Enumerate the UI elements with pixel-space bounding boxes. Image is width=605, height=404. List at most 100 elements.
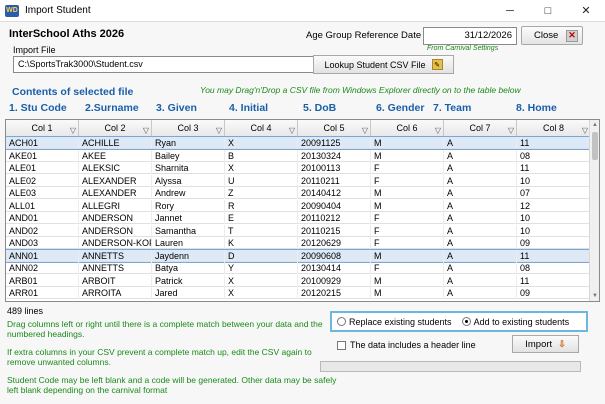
table-cell: M	[371, 249, 444, 262]
table-cell: A	[444, 174, 517, 187]
vertical-scrollbar[interactable]: ▲ ▼	[589, 120, 599, 301]
column-header-label: Col 1	[31, 123, 53, 133]
table-cell: X	[225, 274, 298, 287]
table-row[interactable]: ALE03 ALEXANDER Andrew Z 20140412 M A 07	[6, 187, 591, 199]
lookup-csv-button[interactable]: Lookup Student CSV File ✎	[313, 55, 454, 74]
grid-column-header[interactable]: Col 8 ▽	[517, 120, 591, 137]
table-cell: A	[444, 287, 517, 299]
maximize-icon[interactable]: □	[529, 0, 567, 21]
table-row[interactable]: AND03 ANDERSON-KOF Lauren K 20120629 F A 09	[6, 237, 591, 249]
table-cell: Alyssa	[152, 174, 225, 187]
table-cell: 08	[517, 149, 591, 162]
close-button[interactable]: Close ✕	[521, 26, 583, 45]
header-line-checkbox[interactable]: The data includes a header line	[337, 340, 476, 350]
close-x-icon: ✕	[566, 29, 578, 42]
table-cell: M	[371, 149, 444, 162]
table-cell: Sharnita	[152, 162, 225, 174]
grid-column-header[interactable]: Col 4 ▽	[225, 120, 298, 137]
table-cell: ALE01	[6, 162, 79, 174]
checkbox-box	[337, 340, 346, 350]
table-row[interactable]: ALE01 ALEKSIC Sharnita X 20100113 F A 11	[6, 162, 591, 174]
table-row[interactable]: ARB01 ARBOIT Patrick X 20100929 M A 11	[6, 274, 591, 287]
table-cell: 20110211	[298, 174, 371, 187]
table-cell: A	[444, 137, 517, 149]
table-row[interactable]: ANN01 ANNETTS Jaydenn D 20090608 M A 11	[6, 248, 592, 263]
table-cell: 12	[517, 199, 591, 212]
grid-header: Col 1 ▽ Col 2 ▽ Col 3 ▽ Col 4 ▽ Col 5 ▽ Col 6 ▽ Col …	[6, 120, 591, 137]
grid-column-header[interactable]: Col 1 ▽	[6, 120, 79, 137]
table-cell: ALLEGRI	[79, 199, 152, 212]
table-cell: Z	[225, 187, 298, 199]
grid-column-header[interactable]: Col 2 ▽	[79, 120, 152, 137]
table-cell: 20090404	[298, 199, 371, 212]
table-row[interactable]: ACH01 ACHILLE Ryan X 20091125 M A 11	[6, 136, 592, 150]
table-row[interactable]: AND02 ANDERSON Samantha T 20110215 F A 10	[6, 224, 591, 237]
field-heading-7: 7. Team	[433, 102, 472, 114]
import-button[interactable]: Import ⇩	[512, 335, 579, 353]
table-cell: F	[371, 224, 444, 237]
column-header-label: Col 6	[396, 123, 418, 133]
note-extra-columns: If extra columns in your CSV prevent a c…	[7, 347, 312, 367]
table-cell: A	[444, 149, 517, 162]
field-heading-8: 8. Home	[516, 102, 557, 114]
import-button-label: Import	[525, 338, 553, 350]
table-cell: Jaydenn	[152, 249, 225, 262]
scroll-thumb[interactable]	[592, 132, 598, 160]
table-cell: ACH01	[6, 137, 79, 149]
table-cell: A	[444, 199, 517, 212]
table-cell: ACHILLE	[79, 137, 152, 149]
close-icon[interactable]: ✕	[567, 0, 605, 21]
add-students-label: Add to existing students	[473, 316, 570, 327]
table-cell: M	[371, 274, 444, 287]
table-row[interactable]: ANN02 ANNETTS Batya Y 20130414 F A 08	[6, 262, 591, 274]
table-row[interactable]: AKE01 AKEE Bailey B 20130324 M A 08	[6, 149, 591, 162]
table-cell: F	[371, 262, 444, 274]
column-header-label: Col 5	[323, 123, 345, 133]
table-cell: Rory	[152, 199, 225, 212]
table-cell: AKEE	[79, 149, 152, 162]
table-cell: A	[444, 187, 517, 199]
column-header-label: Col 8	[542, 123, 564, 133]
grid-column-header[interactable]: Col 7 ▽	[444, 120, 517, 137]
from-carnival-note: From Carnival Settings	[427, 45, 499, 52]
table-cell: 20110215	[298, 224, 371, 237]
grid-column-header[interactable]: Col 5 ▽	[298, 120, 371, 137]
table-cell: 20100929	[298, 274, 371, 287]
table-cell: ARR01	[6, 287, 79, 299]
replace-students-label: Replace existing students	[349, 316, 452, 327]
table-cell: 10	[517, 212, 591, 224]
csv-data-grid[interactable]: Col 1 ▽ Col 2 ▽ Col 3 ▽ Col 4 ▽ Col 5 ▽ Col 6 ▽ Col …	[5, 119, 600, 302]
field-heading-4: 4. Initial	[229, 102, 269, 114]
table-cell: ANDERSON-KOF	[79, 237, 152, 249]
table-cell: B	[225, 149, 298, 162]
radio-dot	[461, 317, 471, 326]
add-students-radio[interactable]: Add to existing students	[461, 316, 570, 327]
table-cell: 20100113	[298, 162, 371, 174]
table-cell: 10	[517, 174, 591, 187]
replace-students-radio[interactable]: Replace existing students	[337, 317, 452, 327]
grid-column-header[interactable]: Col 6 ▽	[371, 120, 444, 137]
table-cell: 08	[517, 262, 591, 274]
table-cell: Andrew	[152, 187, 225, 199]
import-arrow-icon: ⇩	[558, 338, 566, 349]
table-row[interactable]: ARR01 ARROITA Jared X 20120215 M A 09	[6, 287, 591, 299]
table-cell: K	[225, 237, 298, 249]
radio-dot	[337, 317, 346, 326]
age-date-field[interactable]: 31/12/2026	[423, 27, 517, 45]
file-path-field[interactable]: C:\SportsTrak3000\Student.csv	[13, 56, 314, 73]
table-row[interactable]: AND01 ANDERSON Jannet E 20110212 F A 10	[6, 212, 591, 224]
field-heading-1: 1. Stu Code	[9, 102, 67, 114]
table-cell: X	[225, 137, 298, 149]
table-row[interactable]: ALE02 ALEXANDER Alyssa U 20110211 F A 10	[6, 174, 591, 187]
field-heading-6: 6. Gender	[376, 102, 425, 114]
scroll-up-icon[interactable]: ▲	[590, 120, 599, 130]
table-cell: 09	[517, 287, 591, 299]
grid-column-header[interactable]: Col 3 ▽	[152, 120, 225, 137]
table-row[interactable]: ALL01 ALLEGRI Rory R 20090404 M A 12	[6, 199, 591, 212]
scroll-down-icon[interactable]: ▼	[590, 291, 599, 301]
table-cell: F	[371, 174, 444, 187]
table-cell: F	[371, 212, 444, 224]
minimize-icon[interactable]: ─	[491, 0, 529, 21]
line-count: 489 lines	[7, 306, 44, 316]
table-cell: ARROITA	[79, 287, 152, 299]
